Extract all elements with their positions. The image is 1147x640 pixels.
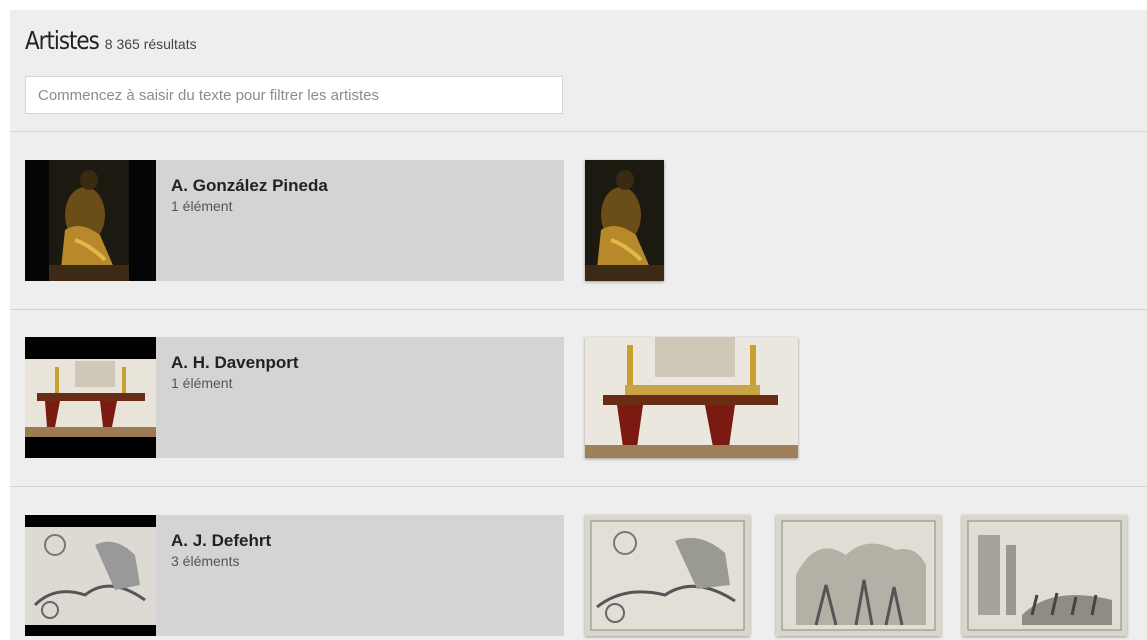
divider: [10, 486, 1147, 487]
artist-card-davenport[interactable]: A. H. Davenport 1 élément: [25, 337, 564, 458]
result-count: 8 365 résultats: [104, 36, 197, 52]
artist-card-defehrt[interactable]: A. J. Defehrt 3 éléments: [25, 515, 564, 636]
artist-thumbnail[interactable]: [25, 515, 156, 636]
artist-item-count: 3 éléments: [171, 553, 240, 569]
artwork-thumbnail[interactable]: [776, 515, 941, 636]
artist-name[interactable]: A. González Pineda: [171, 176, 328, 196]
divider: [10, 131, 1147, 132]
page-title: Artistes: [25, 26, 100, 55]
artist-item-count: 1 élément: [171, 375, 233, 391]
artwork-thumbnail[interactable]: [585, 160, 664, 281]
divider: [10, 309, 1147, 310]
artist-filter-input[interactable]: [25, 76, 563, 114]
artist-name[interactable]: A. H. Davenport: [171, 353, 299, 373]
artist-thumbnail[interactable]: [25, 160, 156, 281]
artwork-thumbnail[interactable]: [962, 515, 1127, 636]
artists-page: Artistes 8 365 résultats A. González Pin…: [10, 10, 1147, 640]
artwork-thumbnail[interactable]: [585, 337, 798, 458]
artist-thumbnail[interactable]: [25, 337, 156, 458]
artwork-thumbnail[interactable]: [585, 515, 750, 636]
page-header: Artistes 8 365 résultats: [25, 26, 197, 66]
artist-card-gonzalez-pineda[interactable]: A. González Pineda 1 élément: [25, 160, 564, 281]
artist-name[interactable]: A. J. Defehrt: [171, 531, 271, 551]
artist-item-count: 1 élément: [171, 198, 233, 214]
